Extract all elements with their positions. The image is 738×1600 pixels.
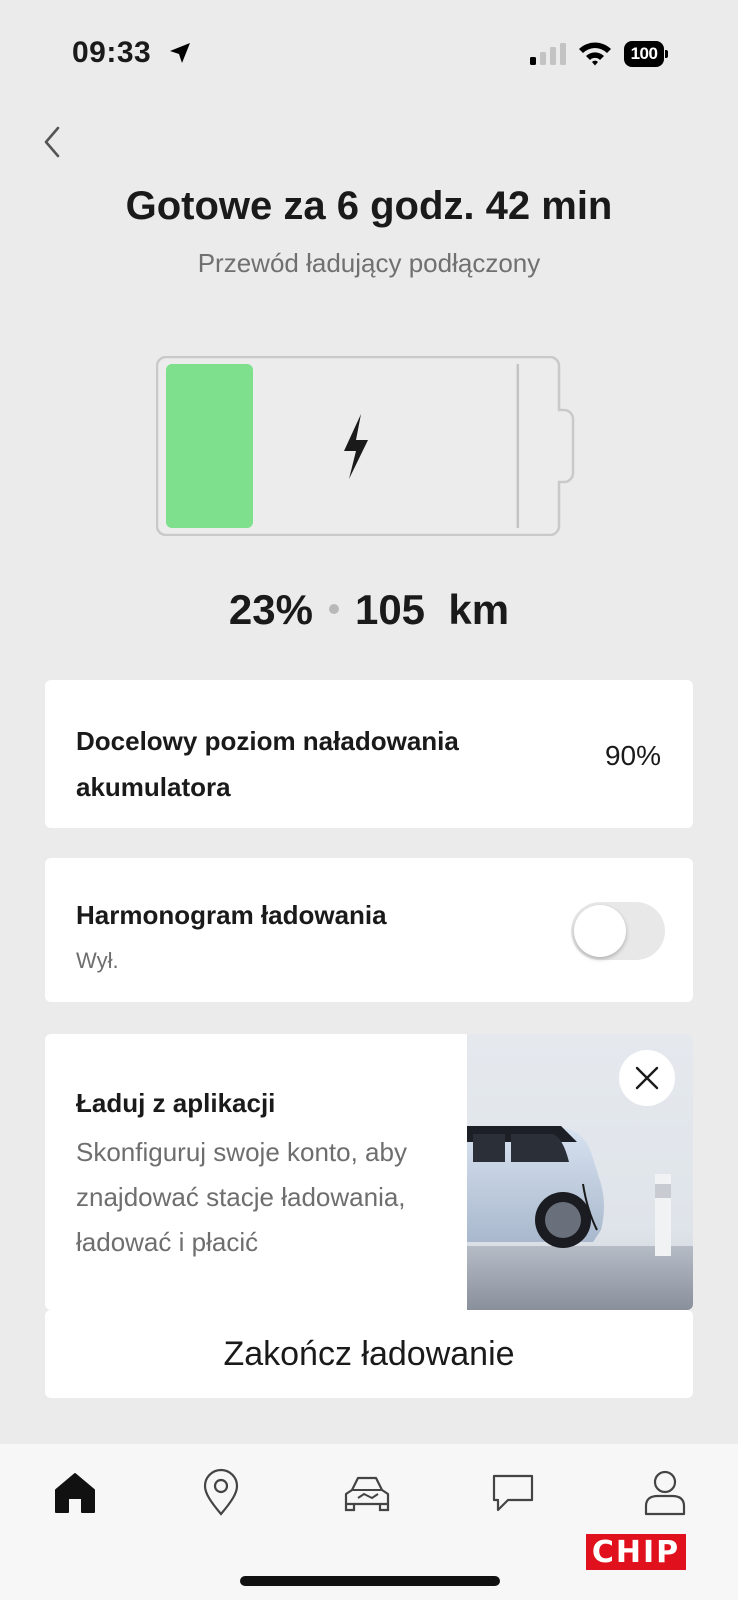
charging-schedule-toggle[interactable]: [571, 902, 665, 960]
location-arrow-icon: [170, 43, 190, 63]
status-battery-icon: 100: [624, 41, 668, 67]
status-time: 09:33: [72, 36, 152, 69]
close-icon: [635, 1066, 659, 1090]
profile-icon[interactable]: [640, 1468, 690, 1518]
home-icon[interactable]: [50, 1468, 100, 1518]
car-battery-graphic: [156, 356, 575, 536]
cellular-signal-icon: [530, 43, 566, 65]
target-charge-label: Docelowy poziom naładowania akumulatora: [76, 726, 459, 802]
separator-dot: [328, 603, 339, 614]
charge-range-summary: 23% 105 km: [0, 586, 738, 634]
promo-close-button[interactable]: [619, 1050, 675, 1106]
map-pin-icon[interactable]: [196, 1468, 246, 1518]
charging-schedule-status: Wył.: [76, 948, 119, 973]
promo-body: Skonfiguruj swoje konto, aby znajdować s…: [76, 1137, 407, 1257]
wifi-icon: [579, 42, 611, 66]
charge-with-app-promo-card[interactable]: Ładuj z aplikacji Skonfiguruj swoje kont…: [45, 1034, 693, 1310]
charging-schedule-card[interactable]: Harmonogram ładowania Wył.: [45, 858, 693, 1002]
status-battery-level: 100: [624, 41, 664, 67]
charging-eta-title: Gotowe za 6 godz. 42 min: [125, 184, 613, 228]
charge-percent: 23%: [228, 586, 313, 633]
charging-schedule-label: Harmonogram ładowania: [76, 900, 387, 930]
charge-level-fill: [166, 364, 253, 528]
chip-watermark-logo: CHIP: [586, 1534, 686, 1570]
car-icon[interactable]: [342, 1468, 392, 1518]
back-button[interactable]: [36, 120, 72, 164]
promo-title: Ładuj z aplikacji: [76, 1088, 276, 1118]
target-charge-level-card[interactable]: Docelowy poziom naładowania akumulatora …: [45, 680, 693, 828]
range-km: 105 km: [354, 586, 510, 633]
chat-icon[interactable]: [488, 1468, 538, 1518]
stop-charging-button[interactable]: Zakończ ładowanie: [45, 1310, 693, 1398]
home-indicator[interactable]: [240, 1576, 500, 1586]
target-charge-value: 90%: [604, 740, 661, 771]
cable-status-subtitle: Przewód ładujący podłączony: [197, 248, 541, 278]
